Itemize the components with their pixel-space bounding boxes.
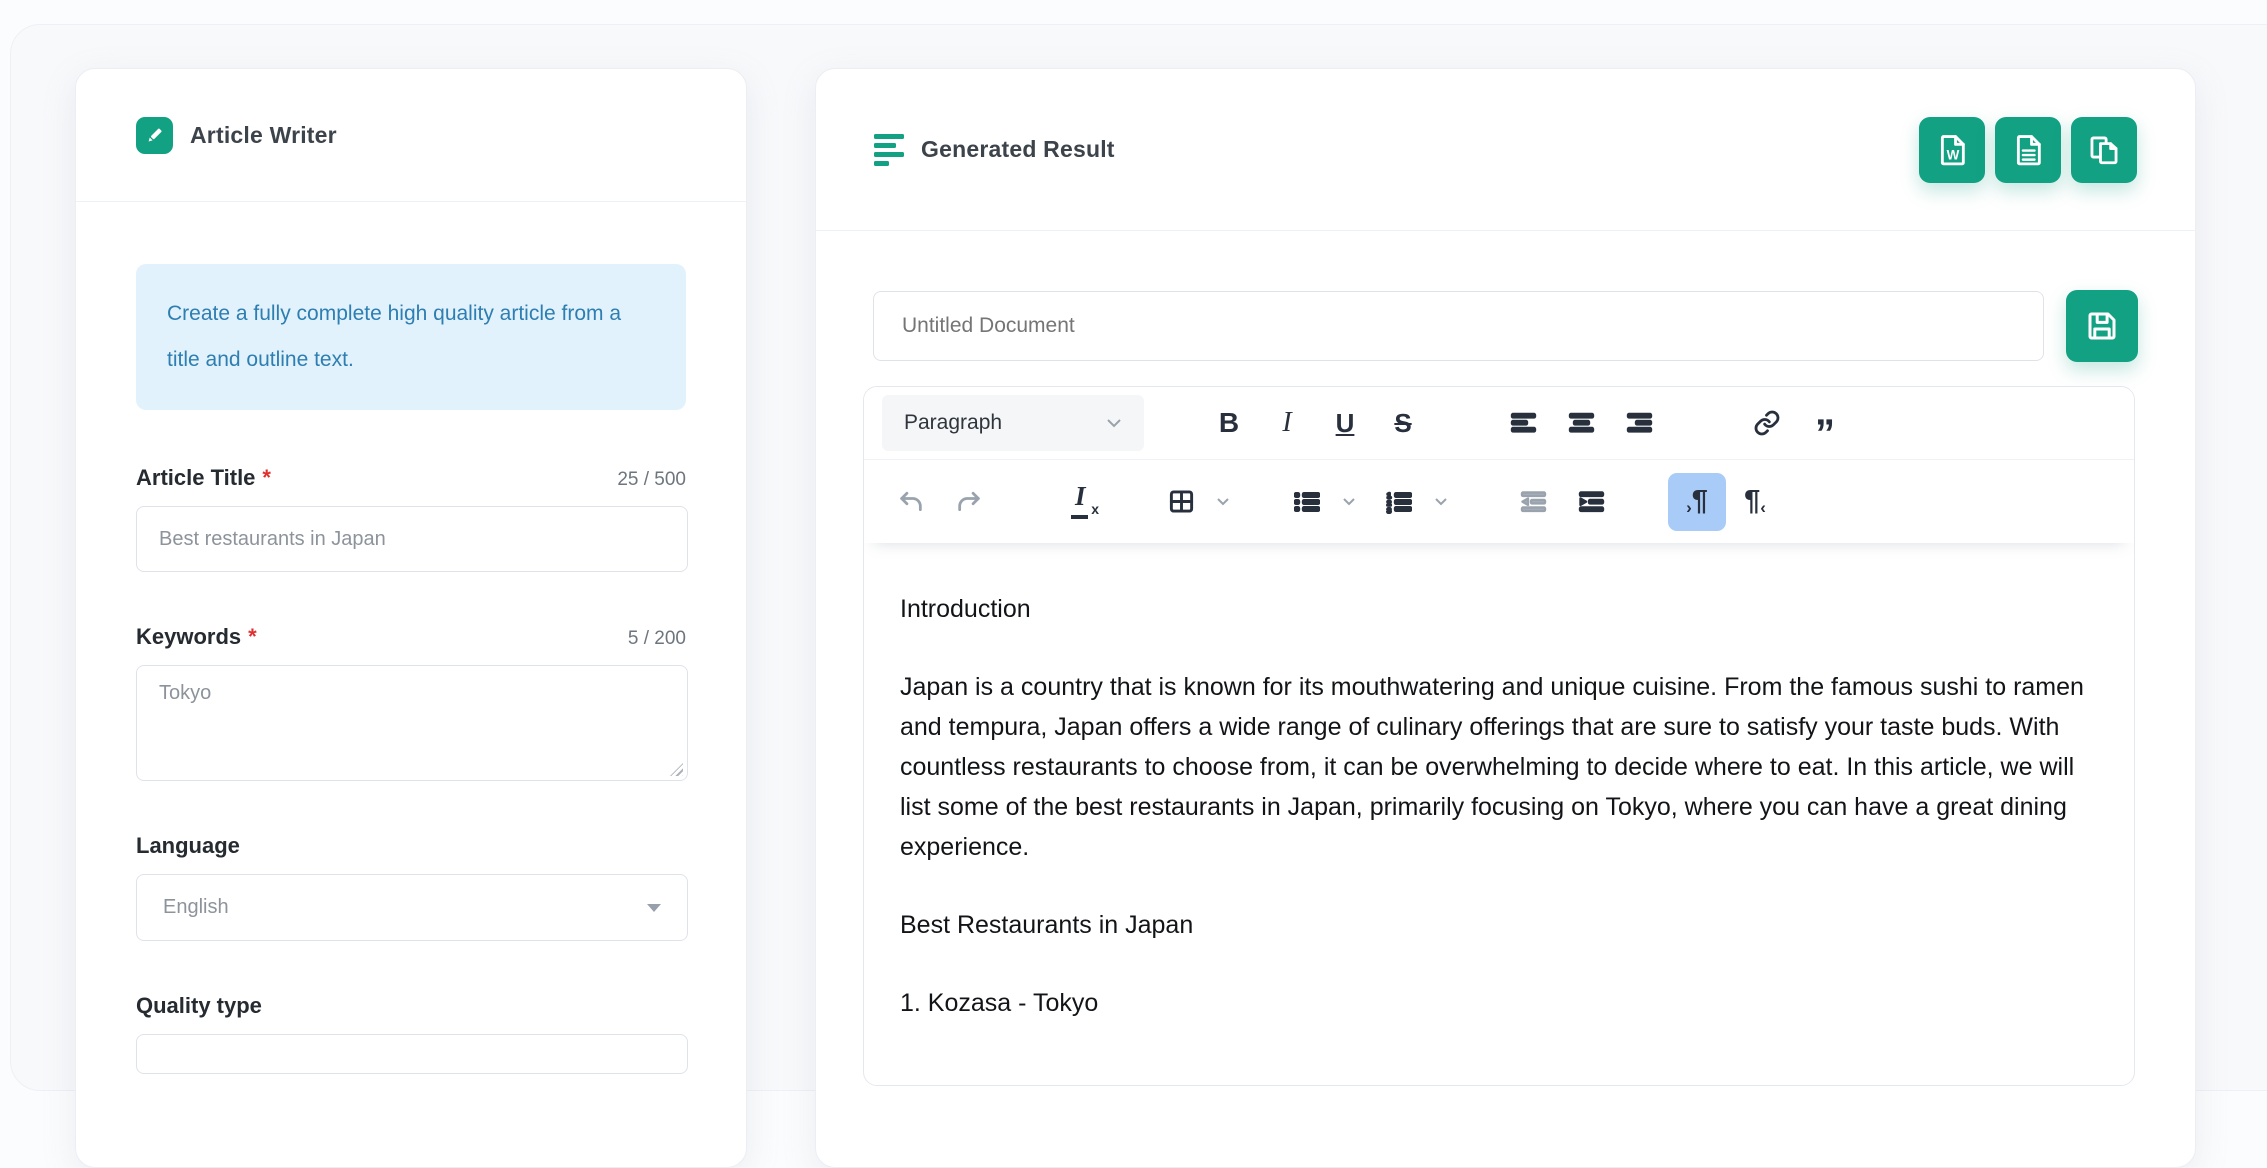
align-right-icon bbox=[1626, 411, 1653, 435]
undo-icon bbox=[897, 488, 925, 516]
keywords-counter: 5 / 200 bbox=[628, 628, 686, 650]
bulleted-list-button[interactable] bbox=[1278, 473, 1336, 531]
content-heading: Introduction bbox=[900, 589, 2094, 629]
bulleted-list-icon bbox=[1294, 490, 1320, 514]
save-document-button[interactable] bbox=[2066, 290, 2138, 362]
required-asterisk: * bbox=[262, 465, 271, 490]
language-label: Language bbox=[136, 833, 240, 859]
editor-content-area[interactable]: Introduction Japan is a country that is … bbox=[864, 543, 2134, 1023]
tool-description: Create a fully complete high quality art… bbox=[136, 264, 686, 410]
article-title-input[interactable] bbox=[136, 506, 688, 572]
italic-button[interactable]: I bbox=[1258, 394, 1316, 452]
outdent-icon bbox=[1520, 490, 1547, 514]
remove-format-icon: Ix bbox=[1067, 485, 1099, 519]
underline-button[interactable]: U bbox=[1316, 394, 1374, 452]
align-right-button[interactable] bbox=[1610, 394, 1668, 452]
bold-button[interactable]: B bbox=[1200, 394, 1258, 452]
numbered-list-button[interactable]: 123 bbox=[1370, 473, 1428, 531]
svg-text:3: 3 bbox=[1387, 506, 1391, 514]
content-paragraph: Japan is a country that is known for its… bbox=[900, 667, 2094, 867]
paragraph-style-dropdown[interactable]: Paragraph bbox=[882, 395, 1144, 451]
article-title-counter: 25 / 500 bbox=[617, 469, 686, 491]
document-title-input[interactable] bbox=[873, 291, 2044, 361]
remove-format-button[interactable]: Ix bbox=[1054, 473, 1112, 531]
chevron-down-icon bbox=[1434, 497, 1448, 506]
align-center-button[interactable] bbox=[1552, 394, 1610, 452]
content-subheading: Best Restaurants in Japan bbox=[900, 905, 2094, 945]
align-left-button[interactable] bbox=[1494, 394, 1552, 452]
keywords-label: Keywords* bbox=[136, 624, 257, 650]
quality-type-label: Quality type bbox=[136, 993, 262, 1019]
article-writer-header: Article Writer bbox=[76, 69, 746, 202]
rich-text-editor: Paragraph B I U S bbox=[863, 386, 2135, 1086]
save-icon bbox=[2084, 308, 2120, 344]
numbered-list-icon: 123 bbox=[1386, 490, 1412, 514]
result-title: Generated Result bbox=[921, 136, 1115, 163]
copy-result-button[interactable] bbox=[2071, 117, 2137, 183]
word-file-icon: W bbox=[1935, 133, 1969, 167]
article-title-label: Article Title* bbox=[136, 465, 271, 491]
table-icon bbox=[1168, 488, 1195, 515]
page-title: Article Writer bbox=[190, 122, 337, 149]
ltr-icon: ›¶ bbox=[1686, 487, 1708, 516]
result-lines-icon bbox=[874, 134, 904, 166]
language-selected-value: English bbox=[163, 896, 229, 919]
indent-icon bbox=[1578, 490, 1605, 514]
align-center-icon bbox=[1568, 411, 1595, 435]
outdent-button[interactable] bbox=[1504, 473, 1562, 531]
export-text-button[interactable] bbox=[1995, 117, 2061, 183]
insert-table-button[interactable] bbox=[1152, 473, 1210, 531]
redo-icon bbox=[955, 488, 983, 516]
content-list-item: 1. Kozasa - Tokyo bbox=[900, 983, 2094, 1023]
article-writer-panel: Article Writer Create a fully complete h… bbox=[75, 68, 747, 1168]
undo-button[interactable] bbox=[882, 473, 940, 531]
rtl-icon: ¶‹ bbox=[1744, 487, 1766, 516]
generated-result-panel: Generated Result W bbox=[815, 68, 2196, 1168]
language-select[interactable]: English bbox=[136, 874, 688, 941]
link-icon bbox=[1753, 409, 1781, 437]
text-file-icon bbox=[2011, 133, 2045, 167]
quality-type-select[interactable] bbox=[136, 1034, 688, 1074]
chevron-down-icon bbox=[1216, 497, 1230, 506]
export-word-button[interactable]: W bbox=[1919, 117, 1985, 183]
required-asterisk: * bbox=[248, 624, 257, 649]
text-direction-ltr-button[interactable]: ›¶ bbox=[1668, 473, 1726, 531]
indent-button[interactable] bbox=[1562, 473, 1620, 531]
redo-button[interactable] bbox=[940, 473, 998, 531]
blockquote-button[interactable]: ” bbox=[1796, 394, 1854, 452]
align-left-icon bbox=[1510, 411, 1537, 435]
pencil-icon bbox=[136, 117, 173, 154]
chevron-down-icon bbox=[647, 904, 661, 912]
keywords-textarea[interactable]: Tokyo bbox=[136, 665, 688, 781]
insert-link-button[interactable] bbox=[1738, 394, 1796, 452]
svg-text:W: W bbox=[1947, 147, 1960, 162]
strikethrough-button[interactable]: S bbox=[1374, 394, 1432, 452]
text-direction-rtl-button[interactable]: ¶‹ bbox=[1726, 473, 1784, 531]
editor-toolbar: Paragraph B I U S bbox=[864, 387, 2134, 543]
chevron-down-icon bbox=[1342, 497, 1356, 506]
chevron-down-icon bbox=[1106, 418, 1122, 428]
generated-result-header: Generated Result W bbox=[816, 69, 2195, 231]
copy-icon bbox=[2087, 133, 2121, 167]
